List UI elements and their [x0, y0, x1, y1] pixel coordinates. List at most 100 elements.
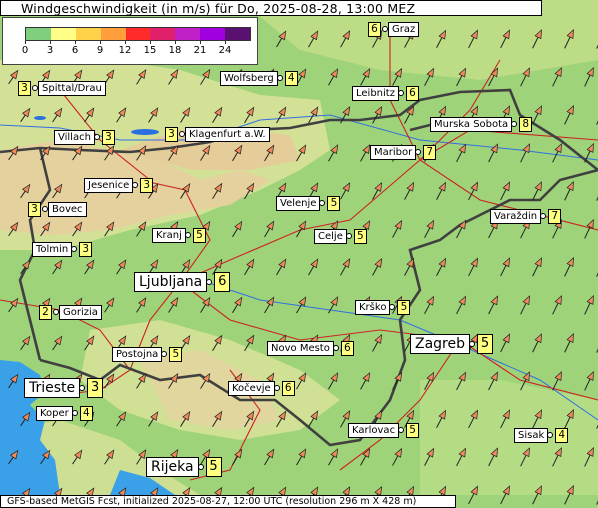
- city-label-wolfsberg: Wolfsberg 4: [220, 70, 300, 86]
- wind-speed-value: 6: [405, 85, 419, 101]
- legend-tick-label: 18: [168, 45, 182, 56]
- wind-arrow-icon: [436, 29, 447, 49]
- wind-speed-value: 2: [39, 304, 52, 320]
- wind-arrow-icon: [564, 180, 574, 201]
- wind-arrow-icon: [232, 144, 243, 162]
- wind-arrow-icon: [8, 221, 19, 237]
- wind-arrow-icon: [392, 447, 403, 466]
- city-marker-icon: [132, 182, 139, 188]
- wind-arrow-icon: [564, 104, 574, 125]
- city-label-karlovac: Karlovac 5: [348, 422, 421, 438]
- legend-tick-mark: [100, 40, 101, 44]
- wind-speed-value: 3: [165, 126, 178, 142]
- wind-arrow-icon: [296, 448, 307, 466]
- city-label-murska: Murska Sobota 8: [430, 116, 534, 132]
- wind-arrow-icon: [532, 29, 542, 49]
- city-marker-icon: [397, 90, 404, 96]
- wind-arrow-icon: [136, 69, 147, 85]
- wind-arrow-icon: [244, 106, 255, 124]
- wind-arrow-icon: [308, 258, 319, 276]
- wind-arrow-icon: [424, 371, 435, 390]
- wind-arrow-icon: [564, 332, 574, 353]
- city-label-krsko: Krško 5: [355, 299, 412, 315]
- legend-tick-mark: [25, 40, 26, 44]
- wind-arrow-icon: [200, 68, 211, 85]
- city-label-klagenfurt: Klagenfurt a.W. 3: [163, 126, 270, 142]
- wind-arrow-icon: [212, 334, 223, 351]
- wind-arrow-icon: [84, 259, 95, 275]
- legend-swatch: [125, 28, 151, 40]
- city-name: Sisak: [514, 427, 549, 443]
- wind-arrow-icon: [8, 297, 19, 313]
- wind-arrow-icon: [468, 29, 479, 49]
- wind-arrow-icon: [424, 447, 435, 466]
- city-name: Celje: [314, 228, 347, 244]
- city-label-spittal: Spittal/Drau 3: [16, 80, 106, 96]
- legend-tick-mark: [125, 40, 126, 44]
- wind-arrow-icon: [424, 219, 435, 238]
- wind-arrow-icon: [116, 411, 127, 427]
- wind-speed-value: 3: [140, 177, 154, 193]
- wind-arrow-icon: [72, 145, 83, 161]
- wind-arrow-icon: [456, 447, 467, 467]
- wind-arrow-icon: [8, 145, 19, 161]
- wind-arrow-icon: [264, 448, 275, 466]
- city-label-bovec: Bovec 3: [26, 201, 87, 217]
- city-marker-icon: [415, 149, 422, 155]
- wind-arrow-icon: [488, 295, 498, 315]
- wind-arrow-icon: [456, 371, 467, 391]
- wind-arrow-icon: [276, 30, 287, 48]
- wind-arrow-icon: [308, 30, 319, 48]
- wind-arrow-icon: [436, 257, 447, 277]
- city-name: Jesenice: [84, 177, 134, 193]
- city-label-varazdin: Varaždin 7: [490, 208, 563, 224]
- wind-arrow-icon: [404, 105, 415, 124]
- wind-arrow-icon: [116, 259, 127, 275]
- wind-speed-value: 7: [548, 208, 562, 224]
- wind-arrow-icon: [424, 295, 435, 314]
- wind-arrow-icon: [180, 106, 191, 123]
- city-marker-icon: [197, 464, 204, 470]
- wind-arrow-icon: [564, 484, 574, 505]
- wind-arrow-icon: [136, 145, 147, 161]
- wind-arrow-icon: [328, 144, 339, 162]
- city-label-gorizia: Gorizia 2: [37, 304, 102, 320]
- wind-arrow-icon: [404, 181, 415, 200]
- wind-arrow-icon: [84, 107, 95, 123]
- wind-speed-value: 5: [353, 228, 367, 244]
- wind-arrow-icon: [500, 257, 510, 277]
- city-name: Wolfsberg: [220, 70, 278, 86]
- legend-tick-label: 0: [21, 45, 29, 56]
- wind-arrow-icon: [468, 181, 479, 201]
- wind-speed-value: 5: [397, 299, 411, 315]
- wind-arrow-icon: [552, 295, 562, 315]
- city-name: Krško: [355, 299, 391, 315]
- wind-speed-value: 4: [284, 70, 298, 86]
- wind-arrow-icon: [456, 143, 467, 163]
- city-label-novomesto: Novo Mesto 6: [267, 340, 356, 356]
- wind-arrow-icon: [52, 335, 63, 351]
- wind-arrow-icon: [232, 448, 243, 466]
- wind-arrow-icon: [372, 181, 383, 200]
- city-name: Trieste: [24, 378, 81, 398]
- wind-arrow-icon: [276, 106, 287, 124]
- city-name: Ljubljana: [134, 272, 208, 292]
- footer-note: GFS-based MetGIS Fcst, initialized 2025-…: [0, 495, 456, 508]
- wind-arrow-icon: [296, 144, 307, 162]
- city-label-velenje: Velenje 5: [276, 195, 342, 211]
- wind-speed-value: 7: [423, 144, 437, 160]
- wind-arrow-icon: [520, 447, 530, 467]
- wind-arrow-icon: [456, 295, 467, 315]
- wind-arrow-icon: [360, 68, 371, 86]
- wind-arrow-icon: [232, 220, 243, 238]
- city-marker-icon: [273, 385, 280, 391]
- wind-arrow-icon: [104, 145, 115, 161]
- wind-arrow-icon: [104, 449, 115, 465]
- legend-tick-label: 12: [118, 45, 132, 56]
- wind-arrow-icon: [340, 106, 351, 124]
- wind-arrow-icon: [180, 410, 191, 427]
- city-label-graz: Graz 6: [366, 21, 420, 37]
- wind-arrow-icon: [468, 409, 479, 429]
- wind-arrow-icon: [180, 182, 191, 199]
- wind-speed-value: 5: [477, 334, 494, 354]
